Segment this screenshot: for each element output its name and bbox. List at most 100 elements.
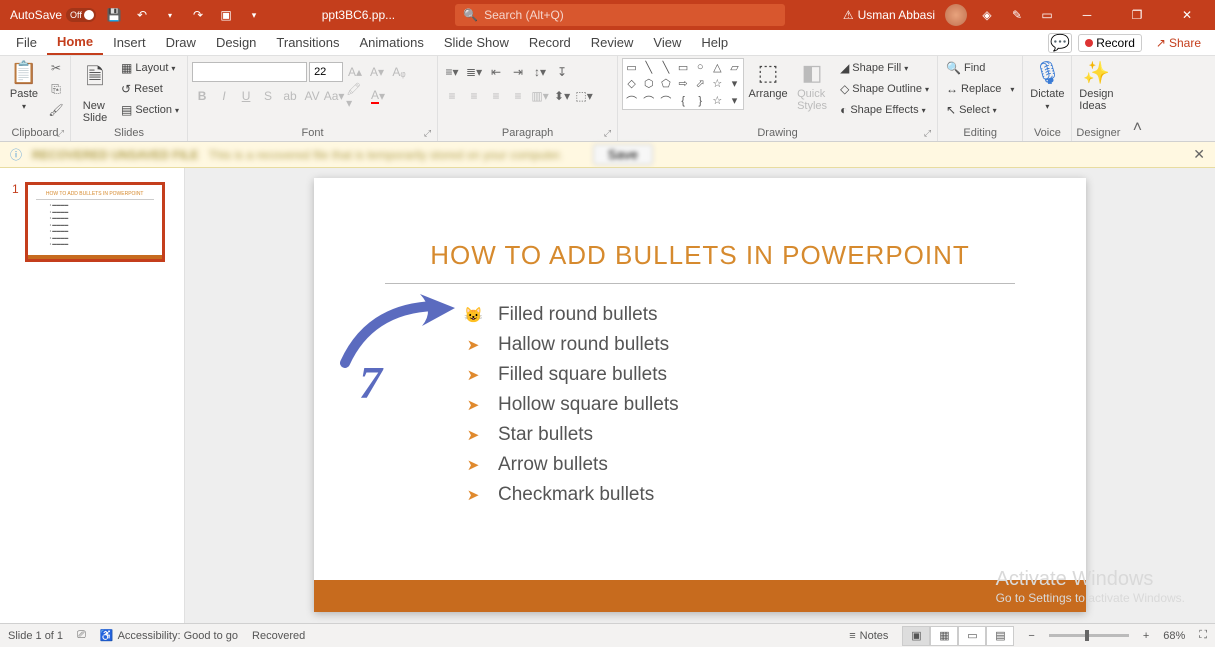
dictate-button[interactable]: 🎙 Dictate ▾: [1027, 58, 1067, 113]
font-launcher[interactable]: ⤢: [424, 128, 431, 139]
slide-canvas[interactable]: HOW TO ADD BULLETS IN POWERPOINT 😺Filled…: [314, 178, 1086, 612]
autosave-toggle[interactable]: AutoSave Off: [10, 8, 96, 22]
redo-icon[interactable]: ↷: [188, 5, 208, 25]
bullet-item[interactable]: ➤Hollow square bullets: [464, 394, 1086, 416]
char-spacing-button[interactable]: AV: [302, 86, 322, 106]
shapes-gallery[interactable]: ▭╲╲▭○△▱ ◇⬡⬠⇨⬀☆▾ ⌒⌒⌒{}☆▾: [622, 58, 744, 110]
zoom-in-button[interactable]: +: [1143, 630, 1149, 642]
italic-button[interactable]: I: [214, 86, 234, 106]
bold-button[interactable]: B: [192, 86, 212, 106]
undo-icon[interactable]: ↶: [132, 5, 152, 25]
pen-icon[interactable]: ✎: [1007, 5, 1027, 25]
decrease-font-button[interactable]: A▾: [367, 62, 387, 82]
bullet-item[interactable]: ➤Hallow round bullets: [464, 334, 1086, 356]
zoom-level[interactable]: 68%: [1163, 630, 1185, 642]
qat-customize-icon[interactable]: ▾: [244, 5, 264, 25]
present-from-start-icon[interactable]: ▣: [216, 5, 236, 25]
paragraph-launcher[interactable]: ⤢: [604, 128, 611, 139]
collapse-ribbon-button[interactable]: ˄: [1124, 56, 1150, 141]
filename[interactable]: ppt3BC6.pp...: [322, 8, 395, 22]
comments-button[interactable]: 💬: [1048, 33, 1072, 53]
find-button[interactable]: 🔍Find: [942, 58, 1018, 78]
bullet-item[interactable]: ➤Checkmark bullets: [464, 484, 1086, 506]
close-button[interactable]: ✕: [1167, 0, 1207, 30]
justify-button[interactable]: ≡: [508, 86, 528, 106]
copy-button[interactable]: ⎘: [46, 79, 66, 99]
shape-outline-button[interactable]: ◇Shape Outline▾: [836, 79, 933, 99]
align-right-button[interactable]: ≡: [486, 86, 506, 106]
messagebar-save-button[interactable]: Save: [593, 144, 653, 165]
tab-transitions[interactable]: Transitions: [266, 30, 349, 55]
ribbon-display-icon[interactable]: ▭: [1037, 5, 1057, 25]
language-icon[interactable]: ⎚: [77, 629, 86, 642]
font-size-input[interactable]: [309, 62, 343, 82]
paste-button[interactable]: 📋 Paste ▾: [4, 58, 44, 113]
accessibility-status[interactable]: ♿ Accessibility: Good to go: [100, 629, 238, 642]
slide-panel[interactable]: 1 HOW TO ADD BULLETS IN POWERPOINT • ▬▬▬…: [0, 168, 185, 623]
align-left-button[interactable]: ≡: [442, 86, 462, 106]
record-button[interactable]: Record: [1078, 34, 1142, 52]
tab-animations[interactable]: Animations: [350, 30, 434, 55]
align-center-button[interactable]: ≡: [464, 86, 484, 106]
shadow-button[interactable]: ab: [280, 86, 300, 106]
toggle-switch[interactable]: Off: [66, 8, 96, 22]
tab-record[interactable]: Record: [519, 30, 581, 55]
font-color-button[interactable]: A▾: [368, 86, 388, 106]
slideshow-view-button[interactable]: ▤: [986, 626, 1014, 646]
search-input[interactable]: 🔍 Search (Alt+Q): [455, 4, 785, 26]
slide-info[interactable]: Slide 1 of 1: [8, 630, 63, 642]
notes-button[interactable]: ≡ Notes: [849, 630, 888, 642]
text-direction-button[interactable]: ↧: [552, 62, 572, 82]
select-button[interactable]: ↖Select▾: [942, 100, 1018, 120]
numbering-button[interactable]: ≣▾: [464, 62, 484, 82]
increase-font-button[interactable]: A▴: [345, 62, 365, 82]
shape-fill-button[interactable]: ◢Shape Fill▾: [836, 58, 933, 78]
highlight-button[interactable]: 🖍▾: [346, 86, 366, 106]
bullets-button[interactable]: ≡▾: [442, 62, 462, 82]
quick-styles-button[interactable]: ◧ Quick Styles: [792, 58, 832, 114]
slide-editor[interactable]: HOW TO ADD BULLETS IN POWERPOINT 😺Filled…: [185, 168, 1215, 623]
slide-bullet-list[interactable]: 😺Filled round bullets ➤Hallow round bull…: [464, 304, 1086, 506]
bullet-item[interactable]: 😺Filled round bullets: [464, 304, 1086, 326]
clipboard-launcher[interactable]: ⤢: [57, 128, 64, 139]
bullet-item[interactable]: ➤Arrow bullets: [464, 454, 1086, 476]
design-ideas-button[interactable]: ✨ Design Ideas: [1076, 58, 1116, 114]
bullet-item[interactable]: ➤Filled square bullets: [464, 364, 1086, 386]
save-icon[interactable]: 💾: [104, 5, 124, 25]
tab-view[interactable]: View: [643, 30, 691, 55]
tab-slide-show[interactable]: Slide Show: [434, 30, 519, 55]
tab-review[interactable]: Review: [581, 30, 644, 55]
increase-indent-button[interactable]: ⇥: [508, 62, 528, 82]
smartart-button[interactable]: ⬚▾: [574, 86, 594, 106]
reading-view-button[interactable]: ▭: [958, 626, 986, 646]
tab-insert[interactable]: Insert: [103, 30, 156, 55]
normal-view-button[interactable]: ▣: [902, 626, 930, 646]
share-button[interactable]: ↗ Share: [1148, 34, 1209, 52]
slide-thumbnail-1[interactable]: HOW TO ADD BULLETS IN POWERPOINT • ▬▬▬▬ …: [25, 182, 165, 262]
strikethrough-button[interactable]: S: [258, 86, 278, 106]
undo-dropdown-icon[interactable]: ▾: [160, 5, 180, 25]
arrange-button[interactable]: ⬚ Arrange: [748, 58, 788, 102]
replace-button[interactable]: ↔Replace▾: [942, 79, 1018, 99]
clear-formatting-button[interactable]: Aᵩ: [389, 62, 409, 82]
zoom-slider[interactable]: [1049, 634, 1129, 637]
columns-button[interactable]: ▥▾: [530, 86, 550, 106]
tab-draw[interactable]: Draw: [156, 30, 206, 55]
align-text-button[interactable]: ⬍▾: [552, 86, 572, 106]
fit-to-window-button[interactable]: ⛶: [1199, 629, 1207, 642]
cut-button[interactable]: ✂: [46, 58, 66, 78]
maximize-button[interactable]: ❐: [1117, 0, 1157, 30]
tab-help[interactable]: Help: [691, 30, 738, 55]
messagebar-close-button[interactable]: ✕: [1193, 146, 1205, 163]
shape-effects-button[interactable]: ◐Shape Effects▾: [836, 100, 933, 120]
change-case-button[interactable]: Aa▾: [324, 86, 344, 106]
underline-button[interactable]: U: [236, 86, 256, 106]
line-spacing-button[interactable]: ↕▾: [530, 62, 550, 82]
tab-design[interactable]: Design: [206, 30, 266, 55]
slide-sorter-view-button[interactable]: ▦: [930, 626, 958, 646]
diamond-icon[interactable]: ◈: [977, 5, 997, 25]
format-painter-button[interactable]: 🖌: [46, 100, 66, 120]
tab-file[interactable]: File: [6, 30, 47, 55]
user-warning[interactable]: ⚠ Usman Abbasi: [843, 8, 935, 22]
zoom-out-button[interactable]: −: [1028, 630, 1034, 642]
